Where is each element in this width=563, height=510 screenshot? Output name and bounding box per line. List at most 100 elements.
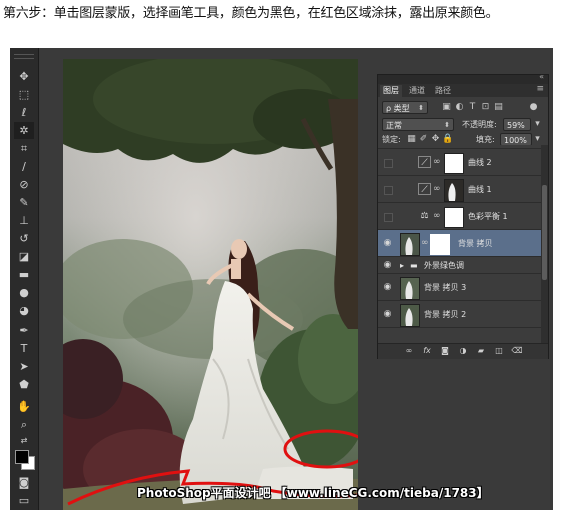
filter-toggle-icon[interactable]: ● — [528, 101, 539, 114]
trash-icon[interactable]: ⌫ — [510, 345, 524, 357]
expand-arrow-icon[interactable]: ▸ — [400, 257, 404, 274]
tab-layers[interactable]: 图层 — [380, 85, 402, 97]
panel-menu-icon[interactable]: ≡ — [536, 84, 544, 94]
default-colors-icon[interactable]: ⇄ — [14, 432, 34, 449]
layer-row[interactable]: ⚖ ∞ 色彩平衡 1 — [378, 203, 541, 230]
layer-mask-thumbnail[interactable] — [444, 179, 464, 202]
scrollbar-thumb[interactable] — [542, 185, 547, 280]
layer-name[interactable]: 外景绿色调 — [424, 257, 464, 274]
healing-brush-tool-icon[interactable]: ⊘ — [14, 176, 34, 193]
hand-tool-icon[interactable]: ✋ — [14, 398, 34, 415]
move-tool-icon[interactable]: ✥ — [14, 68, 34, 85]
layer-name[interactable]: 背景 拷贝 3 — [424, 274, 466, 301]
opacity-field[interactable]: 59% — [503, 118, 531, 131]
document-canvas[interactable] — [63, 59, 358, 510]
fx-icon[interactable]: fx — [420, 345, 434, 357]
marquee-tool-icon[interactable]: ⬚ — [14, 86, 34, 103]
color-balance-icon: ⚖ — [420, 211, 429, 221]
filter-kind-value: 类型 — [393, 104, 410, 113]
chevron-down-icon: ⬍ — [444, 121, 450, 129]
screen-mode-icon[interactable]: ▭ — [14, 492, 34, 509]
layer-name[interactable]: 色彩平衡 1 — [468, 203, 508, 230]
visibility-toggle[interactable] — [384, 213, 393, 222]
folder-icon: ▬ — [410, 261, 418, 270]
layer-thumbnail-image — [405, 237, 413, 255]
panel-title-bar[interactable]: « — [378, 72, 548, 84]
path-selection-tool-icon[interactable]: ➤ — [14, 358, 34, 375]
dodge-tool-icon[interactable]: ◕ — [14, 302, 34, 319]
zoom-tool-icon[interactable]: ⌕ — [14, 416, 34, 433]
photoshop-workspace: ✥ ⬚ ℓ ✲ ⌗ ∕ ⊘ ✎ ⊥ ↺ ◪ ▬ ● ◕ ✒ T ➤ ⬟ ✋ ⌕ … — [10, 48, 553, 510]
lasso-tool-icon[interactable]: ℓ — [14, 104, 34, 121]
layer-mask-thumbnail[interactable] — [430, 234, 450, 255]
blend-mode-dropdown[interactable]: 正常 ⬍ — [382, 118, 454, 131]
link-layers-icon[interactable]: ∞ — [402, 345, 416, 357]
layer-row[interactable]: ◉ 背景 拷贝 3 — [378, 274, 541, 301]
layer-thumbnail[interactable] — [400, 233, 420, 256]
eraser-tool-icon[interactable]: ◪ — [14, 248, 34, 265]
layer-thumbnail-image — [405, 281, 413, 299]
filter-row: ρ 类型 ⬍ ▣ ◐ T ⊡ ▤ ● — [378, 101, 548, 114]
eye-icon[interactable]: ◉ — [382, 309, 393, 320]
brush-tool-icon[interactable]: ✎ — [14, 194, 34, 211]
type-tool-icon[interactable]: T — [14, 340, 34, 357]
layer-name[interactable]: 曲线 1 — [468, 176, 492, 203]
quick-mask-icon[interactable]: ◙ — [14, 474, 34, 491]
layer-row[interactable]: ◉ 背景 拷贝 2 — [378, 301, 541, 328]
opacity-chevron-icon[interactable]: ▾ — [532, 118, 543, 131]
link-icon: ∞ — [433, 211, 441, 221]
history-brush-tool-icon[interactable]: ↺ — [14, 230, 34, 247]
layer-name[interactable]: 曲线 2 — [468, 149, 492, 176]
mask-thumbnail-figure — [448, 183, 456, 201]
toolbar-grip[interactable] — [14, 54, 34, 59]
pen-tool-icon[interactable]: ✒ — [14, 322, 34, 339]
gradient-tool-icon[interactable]: ▬ — [14, 266, 34, 283]
layer-row-selected[interactable]: ◉ ∞ 背景 拷贝 — [378, 230, 541, 257]
add-mask-icon[interactable]: ◙ — [438, 345, 452, 357]
eyedropper-tool-icon[interactable]: ∕ — [14, 158, 34, 175]
collapse-panel-icon[interactable]: « — [539, 72, 544, 81]
foreground-color-swatch[interactable] — [15, 450, 29, 464]
layer-row[interactable]: ⟋ ∞ 曲线 2 — [378, 149, 541, 176]
shape-filter-icon[interactable]: ⊡ — [480, 101, 491, 114]
panel-tabs: 图层 通道 路径 ≡ — [378, 84, 548, 97]
layers-list: ⟋ ∞ 曲线 2 ⟋ ∞ 曲线 1 ⚖ ∞ 色彩平衡 1 ◉ ∞ 背景 拷贝 ◉… — [378, 145, 541, 343]
fill-value: 100% — [504, 136, 527, 145]
shape-tool-icon[interactable]: ⬟ — [14, 376, 34, 393]
watermark-text: PhotoShop平面设计吧 【www.lineCG.com/tieba/178… — [137, 486, 489, 500]
tab-channels[interactable]: 通道 — [406, 85, 428, 97]
eye-icon[interactable]: ◉ — [382, 260, 393, 271]
adjustment-filter-icon[interactable]: ◐ — [454, 101, 465, 114]
layer-group-row[interactable]: ◉ ▸ ▬ 外景绿色调 — [378, 257, 541, 274]
search-icon: ρ — [386, 104, 392, 113]
magic-wand-tool-icon[interactable]: ✲ — [14, 122, 34, 139]
visibility-toggle[interactable] — [384, 159, 393, 168]
tab-paths[interactable]: 路径 — [432, 85, 454, 97]
eye-icon[interactable]: ◉ — [382, 238, 393, 249]
layer-mask-thumbnail[interactable] — [444, 153, 464, 174]
layer-thumbnail-image — [405, 308, 413, 326]
visibility-toggle[interactable] — [384, 186, 393, 195]
crop-tool-icon[interactable]: ⌗ — [14, 140, 34, 157]
layers-scrollbar[interactable] — [541, 145, 548, 343]
layer-thumbnail[interactable] — [400, 304, 420, 327]
layer-thumbnail[interactable] — [400, 277, 420, 300]
bride-photo — [63, 59, 358, 510]
blur-tool-icon[interactable]: ● — [14, 284, 34, 301]
layer-row[interactable]: ⟋ ∞ 曲线 1 — [378, 176, 541, 203]
layer-name[interactable]: 背景 拷贝 — [458, 230, 493, 257]
link-icon: ∞ — [433, 157, 441, 167]
layer-name[interactable]: 背景 拷贝 2 — [424, 301, 466, 328]
pixel-filter-icon[interactable]: ▣ — [441, 101, 452, 114]
new-layer-icon[interactable]: ◫ — [492, 345, 506, 357]
blend-row: 正常 ⬍ 不透明度: 59% ▾ — [378, 118, 548, 131]
layers-bottom-bar: ∞ fx ◙ ◑ ▰ ◫ ⌫ — [378, 343, 548, 359]
clone-stamp-tool-icon[interactable]: ⊥ — [14, 212, 34, 229]
eye-icon[interactable]: ◉ — [382, 282, 393, 293]
filter-kind-dropdown[interactable]: ρ 类型 ⬍ — [382, 101, 428, 114]
smart-object-filter-icon[interactable]: ▤ — [493, 101, 504, 114]
group-folder-icon[interactable]: ▰ — [474, 345, 488, 357]
layer-mask-thumbnail[interactable] — [444, 207, 464, 228]
adjustment-layer-icon[interactable]: ◑ — [456, 345, 470, 357]
type-filter-icon[interactable]: T — [467, 101, 478, 114]
